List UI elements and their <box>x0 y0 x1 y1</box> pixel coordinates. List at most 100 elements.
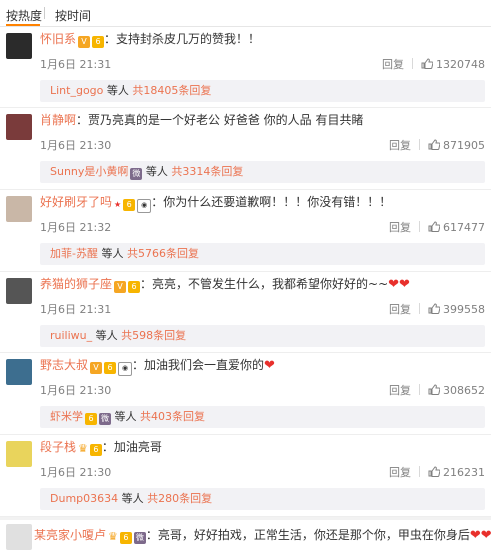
verified-badge-icon: V <box>78 36 91 48</box>
like-button[interactable]: 308652 <box>428 384 485 397</box>
comment-actions: 回复 399558 <box>389 301 485 317</box>
sub-reply-count-link[interactable]: 共598条回复 <box>121 329 186 342</box>
reply-button[interactable]: 回复 <box>389 303 411 316</box>
level-badge-icon: 6 <box>104 362 117 374</box>
comment-text: ：加油我们会一直爱你的 <box>132 358 265 372</box>
thumbs-up-icon <box>428 139 440 150</box>
sub-reply-count-link[interactable]: 共403条回复 <box>140 410 205 423</box>
comment-line: 某亮家小嗄卢 ♛ 6 微：亮哥，好好拍戏，正常生活，你还是那个你，甲虫在你身后❤❤ <box>34 526 491 545</box>
panda-badge-icon: ◉ <box>137 199 152 213</box>
action-divider <box>419 466 420 477</box>
sub-reply-summary[interactable]: Lint_gogo 等人 共18405条回复 <box>40 80 485 102</box>
comment-actions: 回复 216231 <box>389 464 485 480</box>
sub-reply-mid: 等人 <box>111 410 140 423</box>
reply-button[interactable]: 回复 <box>382 58 404 71</box>
sub-reply-user[interactable]: Sunny是小黄啊 <box>50 165 128 178</box>
sub-reply-count-link[interactable]: 共280条回复 <box>147 492 212 505</box>
thumbs-up-icon <box>428 466 440 477</box>
panda-badge-icon: ◉ <box>118 362 133 376</box>
comment-time: 1月6日 21:30 <box>40 466 112 479</box>
comment-username[interactable]: 段子栈 <box>40 440 76 454</box>
avatar-image <box>6 278 32 304</box>
reply-button[interactable]: 回复 <box>389 384 411 397</box>
comment-actions: 回复 308652 <box>389 382 485 398</box>
comment-line: 肖静啊：贾乃亮真的是一个好老公 好爸爸 你的人品 有目共睹 <box>40 111 363 129</box>
sub-reply-summary[interactable]: Sunny是小黄啊微 等人 共3314条回复 <box>40 161 485 183</box>
like-button[interactable]: 871905 <box>428 139 485 152</box>
thumbs-up-icon <box>421 58 433 69</box>
like-button[interactable]: 216231 <box>428 466 485 479</box>
sub-reply-summary[interactable]: 加菲-苏醒 等人 共5766条回复 <box>40 243 485 265</box>
sort-by-time-tab[interactable]: 按时间 <box>55 7 91 24</box>
comment-text: ：你为什么还要道歉啊！！！你没有错！！！ <box>151 195 392 209</box>
sub-reply-mid: 等人 <box>118 492 148 505</box>
comment-username[interactable]: 某亮家小嗄卢 <box>34 528 106 542</box>
avatar[interactable] <box>6 33 32 59</box>
avatar-image <box>6 196 32 222</box>
comment-item: 肖静啊：贾乃亮真的是一个好老公 好爸爸 你的人品 有目共睹 1月6日 21:30… <box>0 108 491 190</box>
sub-reply-summary[interactable]: Dump03634 等人 共280条回复 <box>40 488 485 510</box>
action-divider <box>419 221 420 232</box>
comment-username[interactable]: 怀旧系 <box>40 32 76 46</box>
comment-actions: 回复 1320748 <box>382 56 485 72</box>
like-button[interactable]: 617477 <box>428 221 485 234</box>
avatar[interactable] <box>6 196 32 222</box>
comment-text: ：贾乃亮真的是一个好老公 好爸爸 你的人品 有目共睹 <box>76 113 364 127</box>
avatar-image <box>6 441 32 467</box>
avatar[interactable] <box>6 524 32 550</box>
sub-reply-count-link[interactable]: 共18405条回复 <box>132 84 211 97</box>
comment-text: ：亮亮，不管发生什么，我都希望你好好的~~ <box>140 277 389 291</box>
sub-reply-count-link[interactable]: 共5766条回复 <box>127 247 199 260</box>
avatar-image <box>6 359 32 385</box>
comment-item: 怀旧系 V 6 ：支持封杀皮几万的赞我！！ 1月6日 21:31 回复 1320748 … <box>0 27 491 108</box>
sub-reply-summary[interactable]: ruiliwu_ 等人 共598条回复 <box>40 325 485 347</box>
sub-reply-user[interactable]: 加菲-苏醒 <box>50 247 98 260</box>
sub-reply-user[interactable]: 虾米学 <box>50 410 83 423</box>
crown-icon: ♛ <box>108 530 118 543</box>
sub-reply-count-link[interactable]: 共3314条回复 <box>171 165 243 178</box>
reply-button[interactable]: 回复 <box>389 221 411 234</box>
verified-badge-icon: V <box>90 362 103 374</box>
like-button[interactable]: 1320748 <box>421 58 485 71</box>
avatar[interactable] <box>6 359 32 385</box>
avatar[interactable] <box>6 441 32 467</box>
comment-item: 好好刷牙了吗 ★ 6 ◉ ：你为什么还要道歉啊！！！你没有错！！！ 1月6日 21:32… <box>0 190 491 272</box>
comment-item: 段子栈 ♛ 6 ：加油亮哥 1月6日 21:30 回复 216231 Dump03634… <box>0 435 491 517</box>
level-badge-icon: 6 <box>92 36 105 48</box>
sort-by-hot-tab[interactable]: 按热度 <box>6 7 42 24</box>
reply-button[interactable]: 回复 <box>389 139 411 152</box>
sub-reply-user[interactable]: Lint_gogo <box>50 84 103 97</box>
comment-line: 段子栈 ♛ 6 ：加油亮哥 <box>40 438 162 456</box>
avatar[interactable] <box>6 114 32 140</box>
comment-username[interactable]: 养猫的狮子座 <box>40 277 112 291</box>
like-count: 308652 <box>443 384 485 397</box>
comment-item: 野志大叔 V 6 ◉ ：加油我们会一直爱你的❤ 1月6日 21:30 回复 308652 … <box>0 353 491 435</box>
sub-reply-summary[interactable]: 虾米学 6 微 等人 共403条回复 <box>40 406 485 428</box>
like-button[interactable]: 399558 <box>428 303 485 316</box>
comment-line: 好好刷牙了吗 ★ 6 ◉ ：你为什么还要道歉啊！！！你没有错！！！ <box>40 193 391 213</box>
like-count: 216231 <box>443 466 485 479</box>
star-icon: ★ <box>114 200 122 209</box>
thumbs-up-icon <box>428 384 440 395</box>
avatar-image <box>6 33 32 59</box>
comment-username[interactable]: 好好刷牙了吗 <box>40 195 112 209</box>
vip-badge-icon: 微 <box>130 168 143 180</box>
vip-badge-icon: 微 <box>99 413 111 425</box>
avatar[interactable] <box>6 278 32 304</box>
level-badge-icon: 6 <box>123 199 136 211</box>
sub-reply-mid: 等人 <box>97 247 127 260</box>
comment-username[interactable]: 野志大叔 <box>40 358 88 372</box>
thumbs-up-icon <box>428 303 440 314</box>
comment-item: 养猫的狮子座 V 6 ：亮亮，不管发生什么，我都希望你好好的~~❤❤ 1月6日 21:… <box>0 272 491 353</box>
comment-time: 1月6日 21:32 <box>40 221 112 234</box>
sub-reply-user[interactable]: ruiliwu_ <box>50 329 92 342</box>
thumbs-up-icon <box>428 221 440 232</box>
sub-reply-mid: 等人 <box>92 329 122 342</box>
level-badge-icon: 6 <box>89 444 102 456</box>
tab-divider <box>44 7 45 19</box>
comment-actions: 回复 617477 <box>389 219 485 235</box>
sub-reply-user[interactable]: Dump03634 <box>50 492 118 505</box>
comment-username[interactable]: 肖静啊 <box>40 113 76 127</box>
reply-button[interactable]: 回复 <box>389 466 411 479</box>
comment-time: 1月6日 21:31 <box>40 58 112 71</box>
